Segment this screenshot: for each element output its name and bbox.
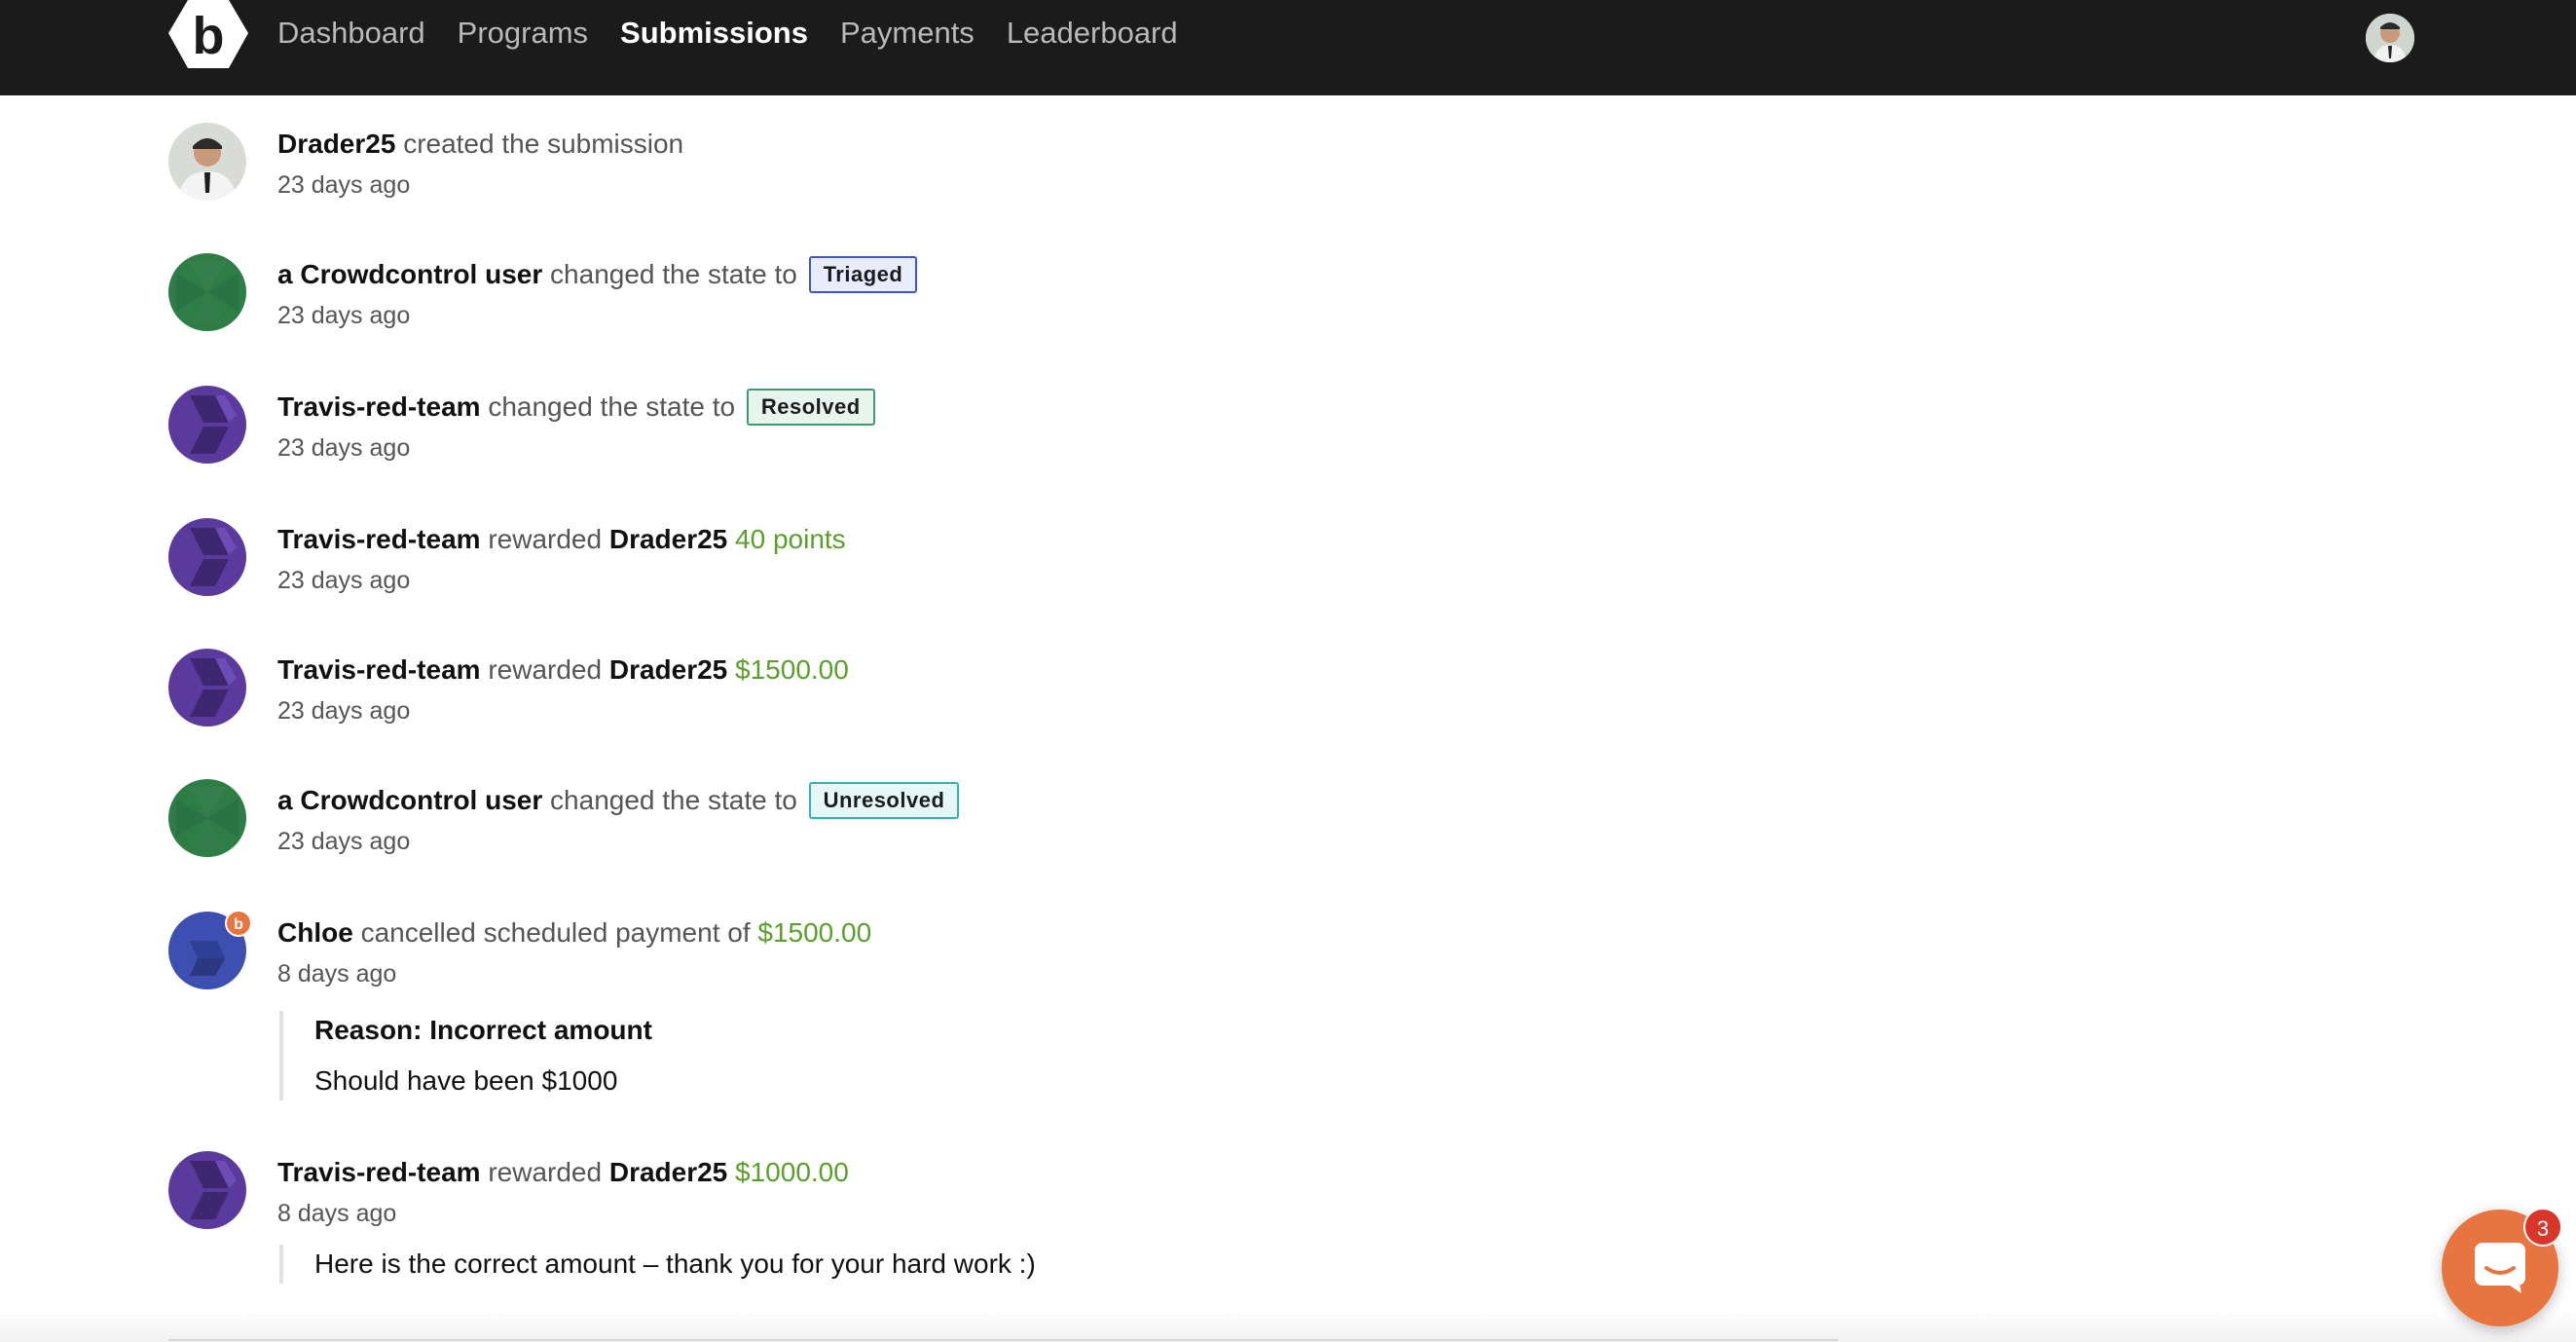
target-name[interactable]: Drader25 [609, 654, 727, 685]
timestamp: 23 days ago [277, 171, 411, 199]
target-name[interactable]: Drader25 [609, 1157, 727, 1187]
target-name[interactable]: Drader25 [609, 524, 727, 554]
nav-payments[interactable]: Payments [840, 14, 975, 53]
avatar[interactable] [168, 1151, 246, 1229]
divider [168, 1339, 1838, 1341]
activity-text: Travis-red-team rewarded Drader25 40 poi… [277, 520, 846, 559]
note-body: Here is the correct amount – thank you f… [314, 1249, 1036, 1279]
payment-amount: $1500.00 [757, 917, 872, 948]
actor-name[interactable]: Travis-red-team [277, 524, 481, 554]
state-badge: Resolved [746, 389, 875, 426]
action-text: changed the state to [488, 391, 736, 422]
activity-text: Travis-red-team changed the state to Res… [277, 388, 875, 427]
avatar[interactable] [168, 518, 246, 596]
nav-submissions[interactable]: Submissions [620, 14, 808, 53]
note-body: Should have been $1000 [314, 1065, 618, 1096]
reward-note: Here is the correct amount – thank you f… [279, 1245, 1036, 1284]
user-menu-avatar[interactable] [2366, 14, 2414, 62]
avatar[interactable] [168, 253, 246, 331]
activity-text: Chloe cancelled scheduled payment of $15… [277, 913, 871, 952]
reward-amount: $1000.00 [735, 1157, 849, 1187]
timestamp: 8 days ago [277, 960, 397, 988]
avatar[interactable] [168, 386, 246, 464]
action-text: cancelled scheduled payment of [360, 917, 751, 948]
unread-count-badge: 3 [2523, 1208, 2562, 1247]
cancellation-note: Reason: Incorrect amount Should have bee… [279, 1011, 652, 1100]
action-text: changed the state to [550, 785, 797, 815]
action-text: created the submission [403, 129, 684, 159]
svg-text:b: b [234, 916, 243, 933]
main-nav: Dashboard Programs Submissions Payments … [277, 14, 1178, 53]
activity-text: Drader25 created the submission [277, 125, 683, 164]
staff-badge-icon: b [225, 910, 252, 937]
logo-letter: b [193, 7, 225, 65]
timestamp: 23 days ago [277, 567, 411, 594]
nav-dashboard[interactable]: Dashboard [277, 14, 425, 53]
reward-amount: $1500.00 [735, 654, 849, 685]
timestamp: 23 days ago [277, 434, 411, 462]
actor-name[interactable]: Travis-red-team [277, 391, 481, 422]
nav-leaderboard[interactable]: Leaderboard [1007, 14, 1178, 53]
avatar[interactable] [168, 779, 246, 857]
state-badge: Triaged [808, 256, 918, 293]
action-text: changed the state to [550, 259, 797, 289]
action-text: rewarded [488, 1157, 603, 1187]
actor-name[interactable]: a Crowdcontrol user [277, 259, 542, 289]
note-title: Reason: Incorrect amount [314, 1015, 652, 1045]
state-badge: Unresolved [808, 782, 960, 819]
timestamp: 23 days ago [277, 697, 411, 725]
scroll-fade [0, 1311, 2576, 1342]
activity-text: a Crowdcontrol user changed the state to… [277, 255, 918, 294]
action-text: rewarded [488, 654, 603, 685]
actor-name[interactable]: a Crowdcontrol user [277, 785, 542, 815]
activity-text: Travis-red-team rewarded Drader25 $1500.… [277, 651, 849, 690]
chat-icon [2475, 1243, 2525, 1293]
action-text: rewarded [488, 524, 603, 554]
timestamp: 23 days ago [277, 828, 411, 855]
avatar[interactable] [168, 649, 246, 727]
actor-name[interactable]: Travis-red-team [277, 1157, 481, 1187]
bugcrowd-logo[interactable]: b [168, 0, 248, 68]
actor-name[interactable]: Travis-red-team [277, 654, 481, 685]
timestamp: 23 days ago [277, 302, 411, 329]
actor-name[interactable]: Drader25 [277, 129, 395, 159]
activity-text: Travis-red-team rewarded Drader25 $1000.… [277, 1153, 849, 1192]
avatar[interactable] [168, 123, 246, 201]
nav-programs[interactable]: Programs [458, 14, 588, 53]
activity-text: a Crowdcontrol user changed the state to… [277, 781, 960, 820]
actor-name[interactable]: Chloe [277, 917, 353, 948]
reward-amount: 40 points [735, 524, 846, 554]
top-navigation-bar: b Dashboard Programs Submissions Payment… [0, 0, 2576, 95]
timestamp: 8 days ago [277, 1200, 397, 1227]
